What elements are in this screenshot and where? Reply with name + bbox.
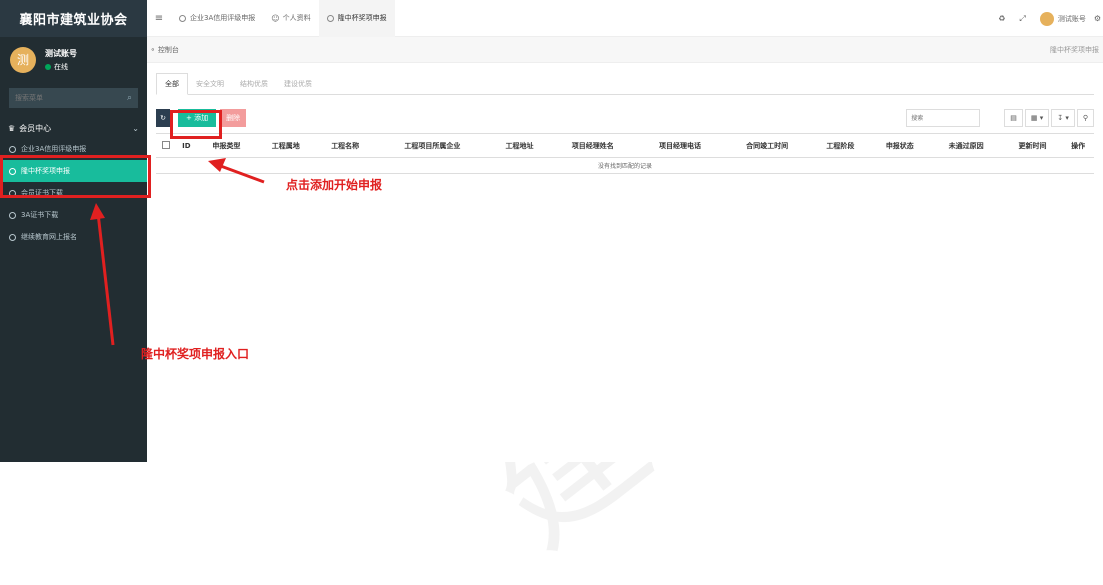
entry-hint-text: 隆中杯奖项申报入口 [141,347,250,361]
add-hint-text: 点击添加开始申报 [286,178,383,192]
annotation-arrows [90,158,265,346]
